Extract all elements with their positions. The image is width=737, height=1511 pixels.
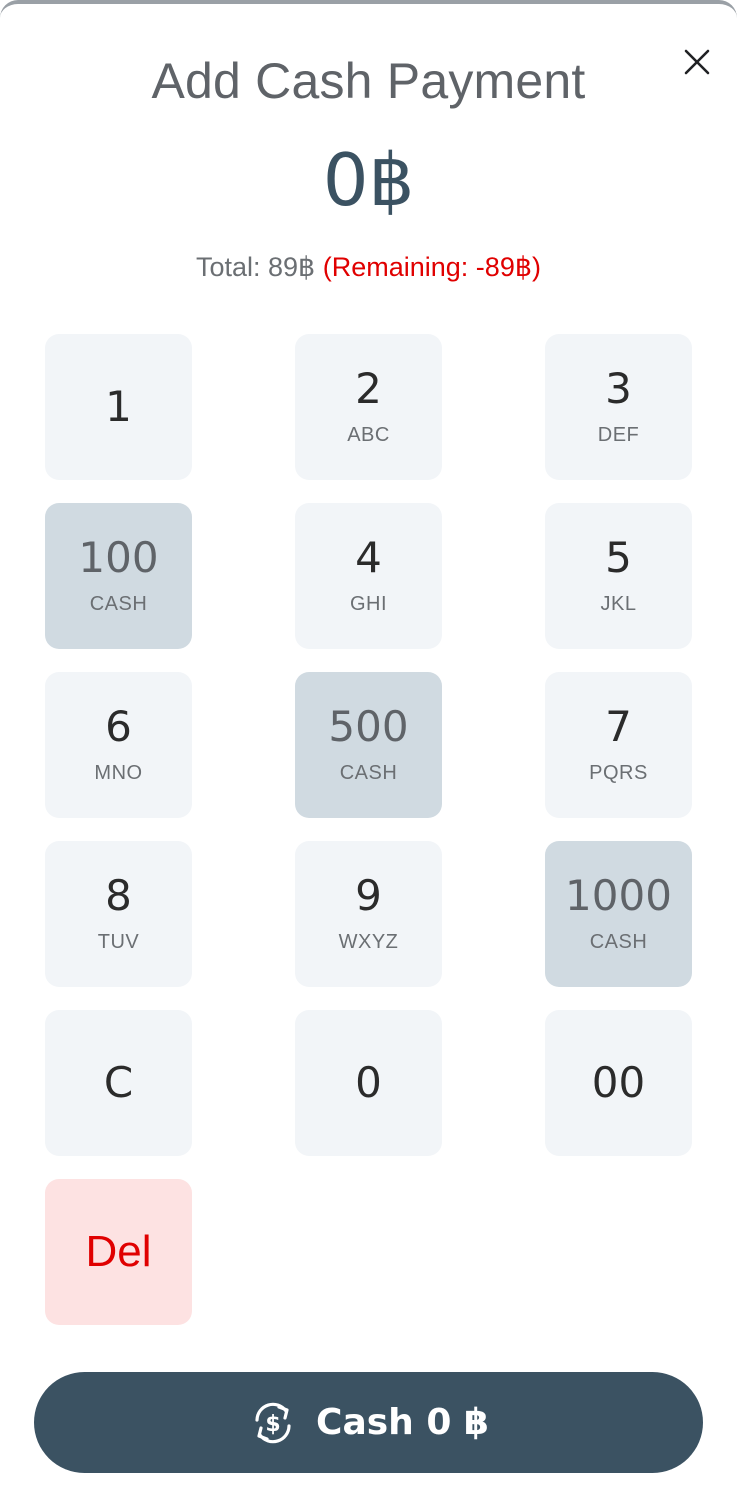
key-8[interactable]: 8 TUV (45, 841, 192, 987)
clear-button[interactable]: C (45, 1010, 192, 1156)
cash-1000-button[interactable]: 1000 CASH (545, 841, 692, 987)
key-letters: CASH (339, 761, 398, 784)
remaining-text: (Remaining: -89฿) (322, 252, 542, 282)
key-letters: CASH (89, 592, 148, 615)
total-summary: Total: 89฿ (Remaining: -89฿) (0, 252, 737, 283)
key-letters: ABC (347, 423, 390, 446)
cash-pay-button[interactable]: $ Cash 0 ฿ (34, 1372, 703, 1473)
key-3[interactable]: 3 DEF (545, 334, 692, 480)
cash-payment-dialog: Add Cash Payment 0฿ Total: 89฿ (Remainin… (0, 0, 737, 1511)
key-0[interactable]: 0 (295, 1010, 442, 1156)
entered-amount: 0฿ (322, 138, 415, 222)
delete-button[interactable]: Del (45, 1179, 192, 1325)
key-digit: Del (85, 1227, 152, 1276)
key-digit: 0 (355, 1058, 382, 1107)
key-6[interactable]: 6 MNO (45, 672, 192, 818)
key-digit: 1000 (565, 870, 672, 920)
keypad: 1 2 ABC 3 DEF 100 CASH 4 GHI 5 JKL 6 MNO… (45, 334, 692, 1325)
key-digit: 7 (605, 701, 632, 751)
key-9[interactable]: 9 WXYZ (295, 841, 442, 987)
dialog-title: Add Cash Payment (151, 53, 586, 109)
key-letters: PQRS (589, 761, 648, 784)
key-letters: WXYZ (338, 930, 399, 953)
key-5[interactable]: 5 JKL (545, 503, 692, 649)
key-digit: 5 (605, 532, 632, 582)
key-1[interactable]: 1 (45, 334, 192, 480)
key-digit: 4 (355, 532, 382, 582)
key-letters: MNO (94, 761, 143, 784)
key-4[interactable]: 4 GHI (295, 503, 442, 649)
key-digit: 8 (105, 870, 132, 920)
key-digit: 500 (328, 701, 409, 751)
key-digit: 100 (78, 532, 159, 582)
key-letters: JKL (600, 592, 637, 615)
key-letters: CASH (589, 930, 648, 953)
key-2[interactable]: 2 ABC (295, 334, 442, 480)
key-digit: C (103, 1058, 134, 1107)
key-digit: 2 (355, 363, 382, 413)
total-text: Total: 89฿ (195, 252, 316, 282)
currency-exchange-icon: $ (255, 1402, 291, 1443)
svg-text:$: $ (265, 1412, 280, 1437)
key-digit: 00 (591, 1058, 646, 1107)
key-letters: DEF (597, 423, 640, 446)
cash-100-button[interactable]: 100 CASH (45, 503, 192, 649)
key-letters: TUV (97, 930, 140, 953)
key-digit: 6 (105, 701, 132, 751)
key-digit: 3 (605, 363, 632, 413)
cash-500-button[interactable]: 500 CASH (295, 672, 442, 818)
key-digit: 9 (355, 870, 382, 920)
pay-button-label: Cash 0 ฿ (316, 1402, 489, 1443)
key-digit: 1 (105, 382, 132, 431)
key-letters: GHI (349, 592, 388, 615)
key-7[interactable]: 7 PQRS (545, 672, 692, 818)
key-00[interactable]: 00 (545, 1010, 692, 1156)
